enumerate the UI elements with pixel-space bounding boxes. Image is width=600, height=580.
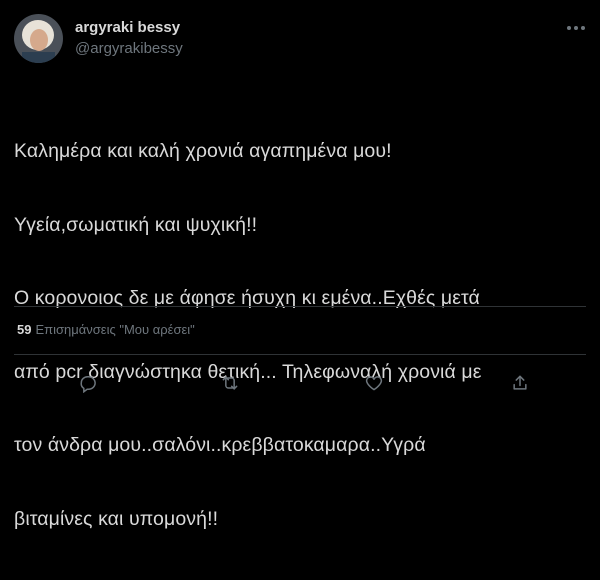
divider [14,306,586,307]
like-icon[interactable] [359,368,389,398]
more-icon[interactable] [566,18,586,36]
likes-label: Επισημάνσεις "Μου αρέσει" [35,322,195,337]
divider [14,354,586,355]
display-name[interactable]: argyraki bessy [75,19,180,36]
tweet-line: Υγεία,σωματική και ψυχική!! [14,213,258,236]
tweet-line: Καλημέρα και καλή χρονιά αγαπημένα μου! [14,140,392,162]
tweet-line: τον άνδρα μου..σαλόνι..κρεββατοκαμαρα..Υ… [14,434,426,456]
retweet-icon[interactable] [215,368,245,398]
reply-icon[interactable] [73,368,103,398]
action-bar [0,368,600,398]
avatar[interactable] [14,14,63,63]
user-handle[interactable]: @argyrakibessy [75,40,183,57]
likes-count: 59 [17,322,32,337]
share-icon[interactable] [505,368,535,398]
tweet-line: βιταμίνες και υπομονή!! [14,507,219,530]
likes-stat[interactable]: 59 Επισημάνσεις "Μου αρέσει" [17,322,195,337]
